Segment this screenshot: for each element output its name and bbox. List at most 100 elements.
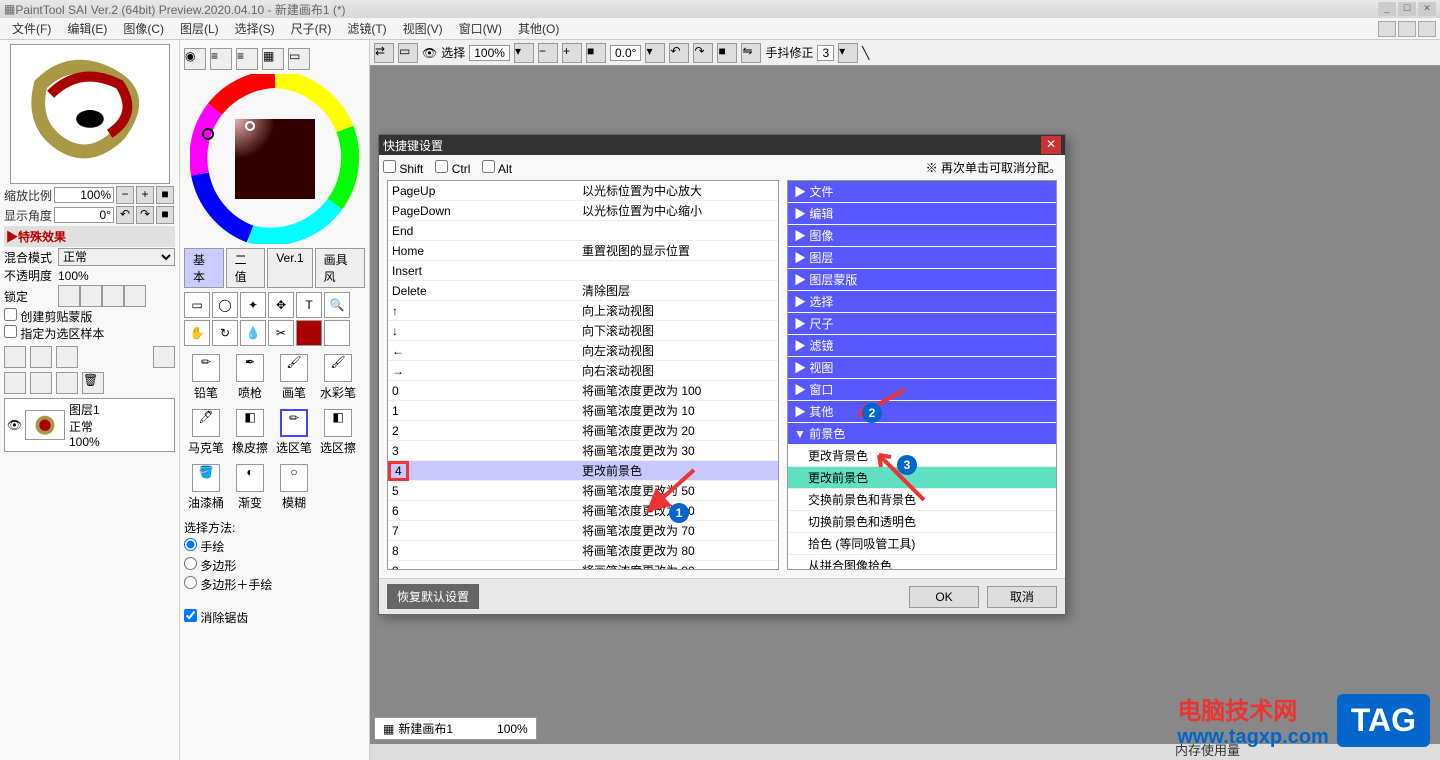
tree-item[interactable]: 从拼合图像拾色: [788, 555, 1056, 570]
brush-selpen[interactable]: ✏选区笔: [276, 409, 312, 456]
radio-polygon[interactable]: 多边形: [184, 559, 236, 573]
tree-category[interactable]: ▶ 窗口: [788, 379, 1056, 401]
tool-rect-select[interactable]: ▭: [184, 292, 210, 318]
flatten-button[interactable]: [30, 372, 52, 394]
mod-shift-checkbox[interactable]: Shift: [383, 160, 423, 176]
bg-color[interactable]: [324, 320, 350, 346]
lock-all-button[interactable]: [58, 285, 80, 307]
tab-binary[interactable]: 二值: [226, 248, 266, 288]
shortcut-row[interactable]: Home重置视图的显示位置: [388, 241, 778, 261]
menu-window[interactable]: 窗口(W): [451, 18, 510, 39]
tree-category[interactable]: ▶ 视图: [788, 357, 1056, 379]
shortcut-list[interactable]: PageUp以光标位置为中心放大PageDown以光标位置为中心缩小EndHom…: [387, 180, 779, 570]
ct-zoom-in[interactable]: +: [562, 43, 582, 63]
shortcut-row[interactable]: End: [388, 221, 778, 241]
shortcut-row[interactable]: ↓向下滚动视图: [388, 321, 778, 341]
mod-alt-checkbox[interactable]: Alt: [482, 160, 512, 176]
tool-text[interactable]: T: [296, 292, 322, 318]
brush-pencil[interactable]: ✏铅笔: [188, 354, 224, 401]
shortcut-row[interactable]: 6将画笔浓度更改为 60: [388, 501, 778, 521]
shortcut-row[interactable]: ↑向上滚动视图: [388, 301, 778, 321]
zoom-value[interactable]: 100%: [54, 187, 114, 203]
lock-pixel-button[interactable]: [80, 285, 102, 307]
ct-flip-button[interactable]: ⇋: [741, 43, 761, 63]
ct-zoom-value[interactable]: 100%: [469, 45, 510, 61]
radio-poly-free[interactable]: 多边形＋手绘: [184, 578, 272, 592]
brush-marker[interactable]: 🖊马克笔: [188, 409, 224, 456]
ct-zoom-dropdown[interactable]: ▾: [514, 43, 534, 63]
shortcut-row[interactable]: Insert: [388, 261, 778, 281]
tree-category[interactable]: ▶ 图层: [788, 247, 1056, 269]
fx-section[interactable]: ▶特殊效果: [4, 226, 175, 247]
shortcut-row[interactable]: →向右滚动视图: [388, 361, 778, 381]
menu-ruler[interactable]: 尺子(R): [283, 18, 340, 39]
angle-reset-button[interactable]: ■: [156, 206, 174, 224]
ok-button[interactable]: OK: [909, 586, 979, 608]
new-layer-button[interactable]: [4, 346, 26, 368]
seltpl-checkbox[interactable]: 指定为选区样本: [4, 327, 104, 341]
zoom-in-button[interactable]: +: [136, 186, 154, 204]
lock-alpha-button[interactable]: [102, 285, 124, 307]
new-folder-button[interactable]: [30, 346, 52, 368]
antialias-checkbox[interactable]: 消除锯齿: [184, 611, 248, 625]
tree-category[interactable]: ▶ 尺子: [788, 313, 1056, 335]
shortcut-row[interactable]: PageUp以光标位置为中心放大: [388, 181, 778, 201]
tool-zoom[interactable]: 🔍: [324, 292, 350, 318]
scratchpad-icon[interactable]: ▭: [288, 48, 310, 70]
shortcut-row[interactable]: 7将画笔浓度更改为 70: [388, 521, 778, 541]
mod-ctrl-checkbox[interactable]: Ctrl: [435, 160, 470, 176]
ct-angle-reset[interactable]: ■: [717, 43, 737, 63]
ct-angle-value[interactable]: 0.0°: [610, 45, 641, 61]
tool-hand[interactable]: ✋: [184, 320, 210, 346]
merge-button[interactable]: [4, 372, 26, 394]
brush-seleraser[interactable]: ◧选区擦: [320, 409, 356, 456]
tree-item[interactable]: 交换前景色和背景色: [788, 489, 1056, 511]
tab-paint[interactable]: 画具风: [315, 248, 365, 288]
tool-lasso[interactable]: ◯: [212, 292, 238, 318]
rotate-ccw-button[interactable]: ↶: [116, 206, 134, 224]
tree-category[interactable]: ▶ 滤镜: [788, 335, 1056, 357]
tree-category-open[interactable]: ▼ 前景色: [788, 423, 1056, 445]
blend-select[interactable]: 正常: [58, 248, 175, 266]
close-button[interactable]: ✕: [1418, 2, 1436, 16]
ct-stabilizer-value[interactable]: 3: [817, 45, 834, 61]
opacity-value[interactable]: 100%: [58, 269, 175, 283]
minimize-button[interactable]: _: [1378, 2, 1396, 16]
brush-airbrush[interactable]: ✒喷枪: [232, 354, 268, 401]
canvas-tab[interactable]: ▦ 新建画布1 100%: [374, 717, 537, 740]
shortcut-row[interactable]: 4更改前景色: [388, 461, 778, 481]
tool-crop[interactable]: ✂: [268, 320, 294, 346]
rotate-cw-button[interactable]: ↷: [136, 206, 154, 224]
shortcut-row[interactable]: 3将画笔浓度更改为 30: [388, 441, 778, 461]
ct-zoom-out[interactable]: −: [538, 43, 558, 63]
tree-category[interactable]: ▶ 编辑: [788, 203, 1056, 225]
zoom-out-button[interactable]: −: [116, 186, 134, 204]
ct-swap-button[interactable]: ⇄: [374, 43, 394, 63]
shortcut-row[interactable]: 5将画笔浓度更改为 50: [388, 481, 778, 501]
ct-rotate-cw[interactable]: ↷: [693, 43, 713, 63]
tree-category[interactable]: ▶ 文件: [788, 181, 1056, 203]
ct-reset-button[interactable]: ▭: [398, 43, 418, 63]
lock-move-button[interactable]: [124, 285, 146, 307]
zoom-reset-button[interactable]: ■: [156, 186, 174, 204]
tab-ver1[interactable]: Ver.1: [267, 248, 312, 288]
color-rgb-icon[interactable]: ≡: [210, 48, 232, 70]
fg-color[interactable]: [296, 320, 322, 346]
tool-rotate[interactable]: ↻: [212, 320, 238, 346]
tree-category[interactable]: ▶ 图像: [788, 225, 1056, 247]
layer-1[interactable]: 👁 图层1 正常100%: [4, 398, 175, 452]
brush-bucket[interactable]: 🪣油漆桶: [188, 464, 224, 511]
ct-rotate-ccw[interactable]: ↶: [669, 43, 689, 63]
menu-layer[interactable]: 图层(L): [172, 18, 227, 39]
menu-other[interactable]: 其他(O): [510, 18, 567, 39]
menu-edit[interactable]: 编辑(E): [59, 18, 115, 39]
tool-wand[interactable]: ✦: [240, 292, 266, 318]
ct-angle-dropdown[interactable]: ▾: [645, 43, 665, 63]
brush-gradient[interactable]: ◐渐变: [232, 464, 268, 511]
menu-file[interactable]: 文件(F): [4, 18, 59, 39]
tree-category[interactable]: ▶ 图层蒙版: [788, 269, 1056, 291]
tool-move[interactable]: ✥: [268, 292, 294, 318]
tool-picker[interactable]: 💧: [240, 320, 266, 346]
tree-item[interactable]: 切换前景色和透明色: [788, 511, 1056, 533]
restore-defaults-button[interactable]: 恢复默认设置: [387, 584, 479, 609]
